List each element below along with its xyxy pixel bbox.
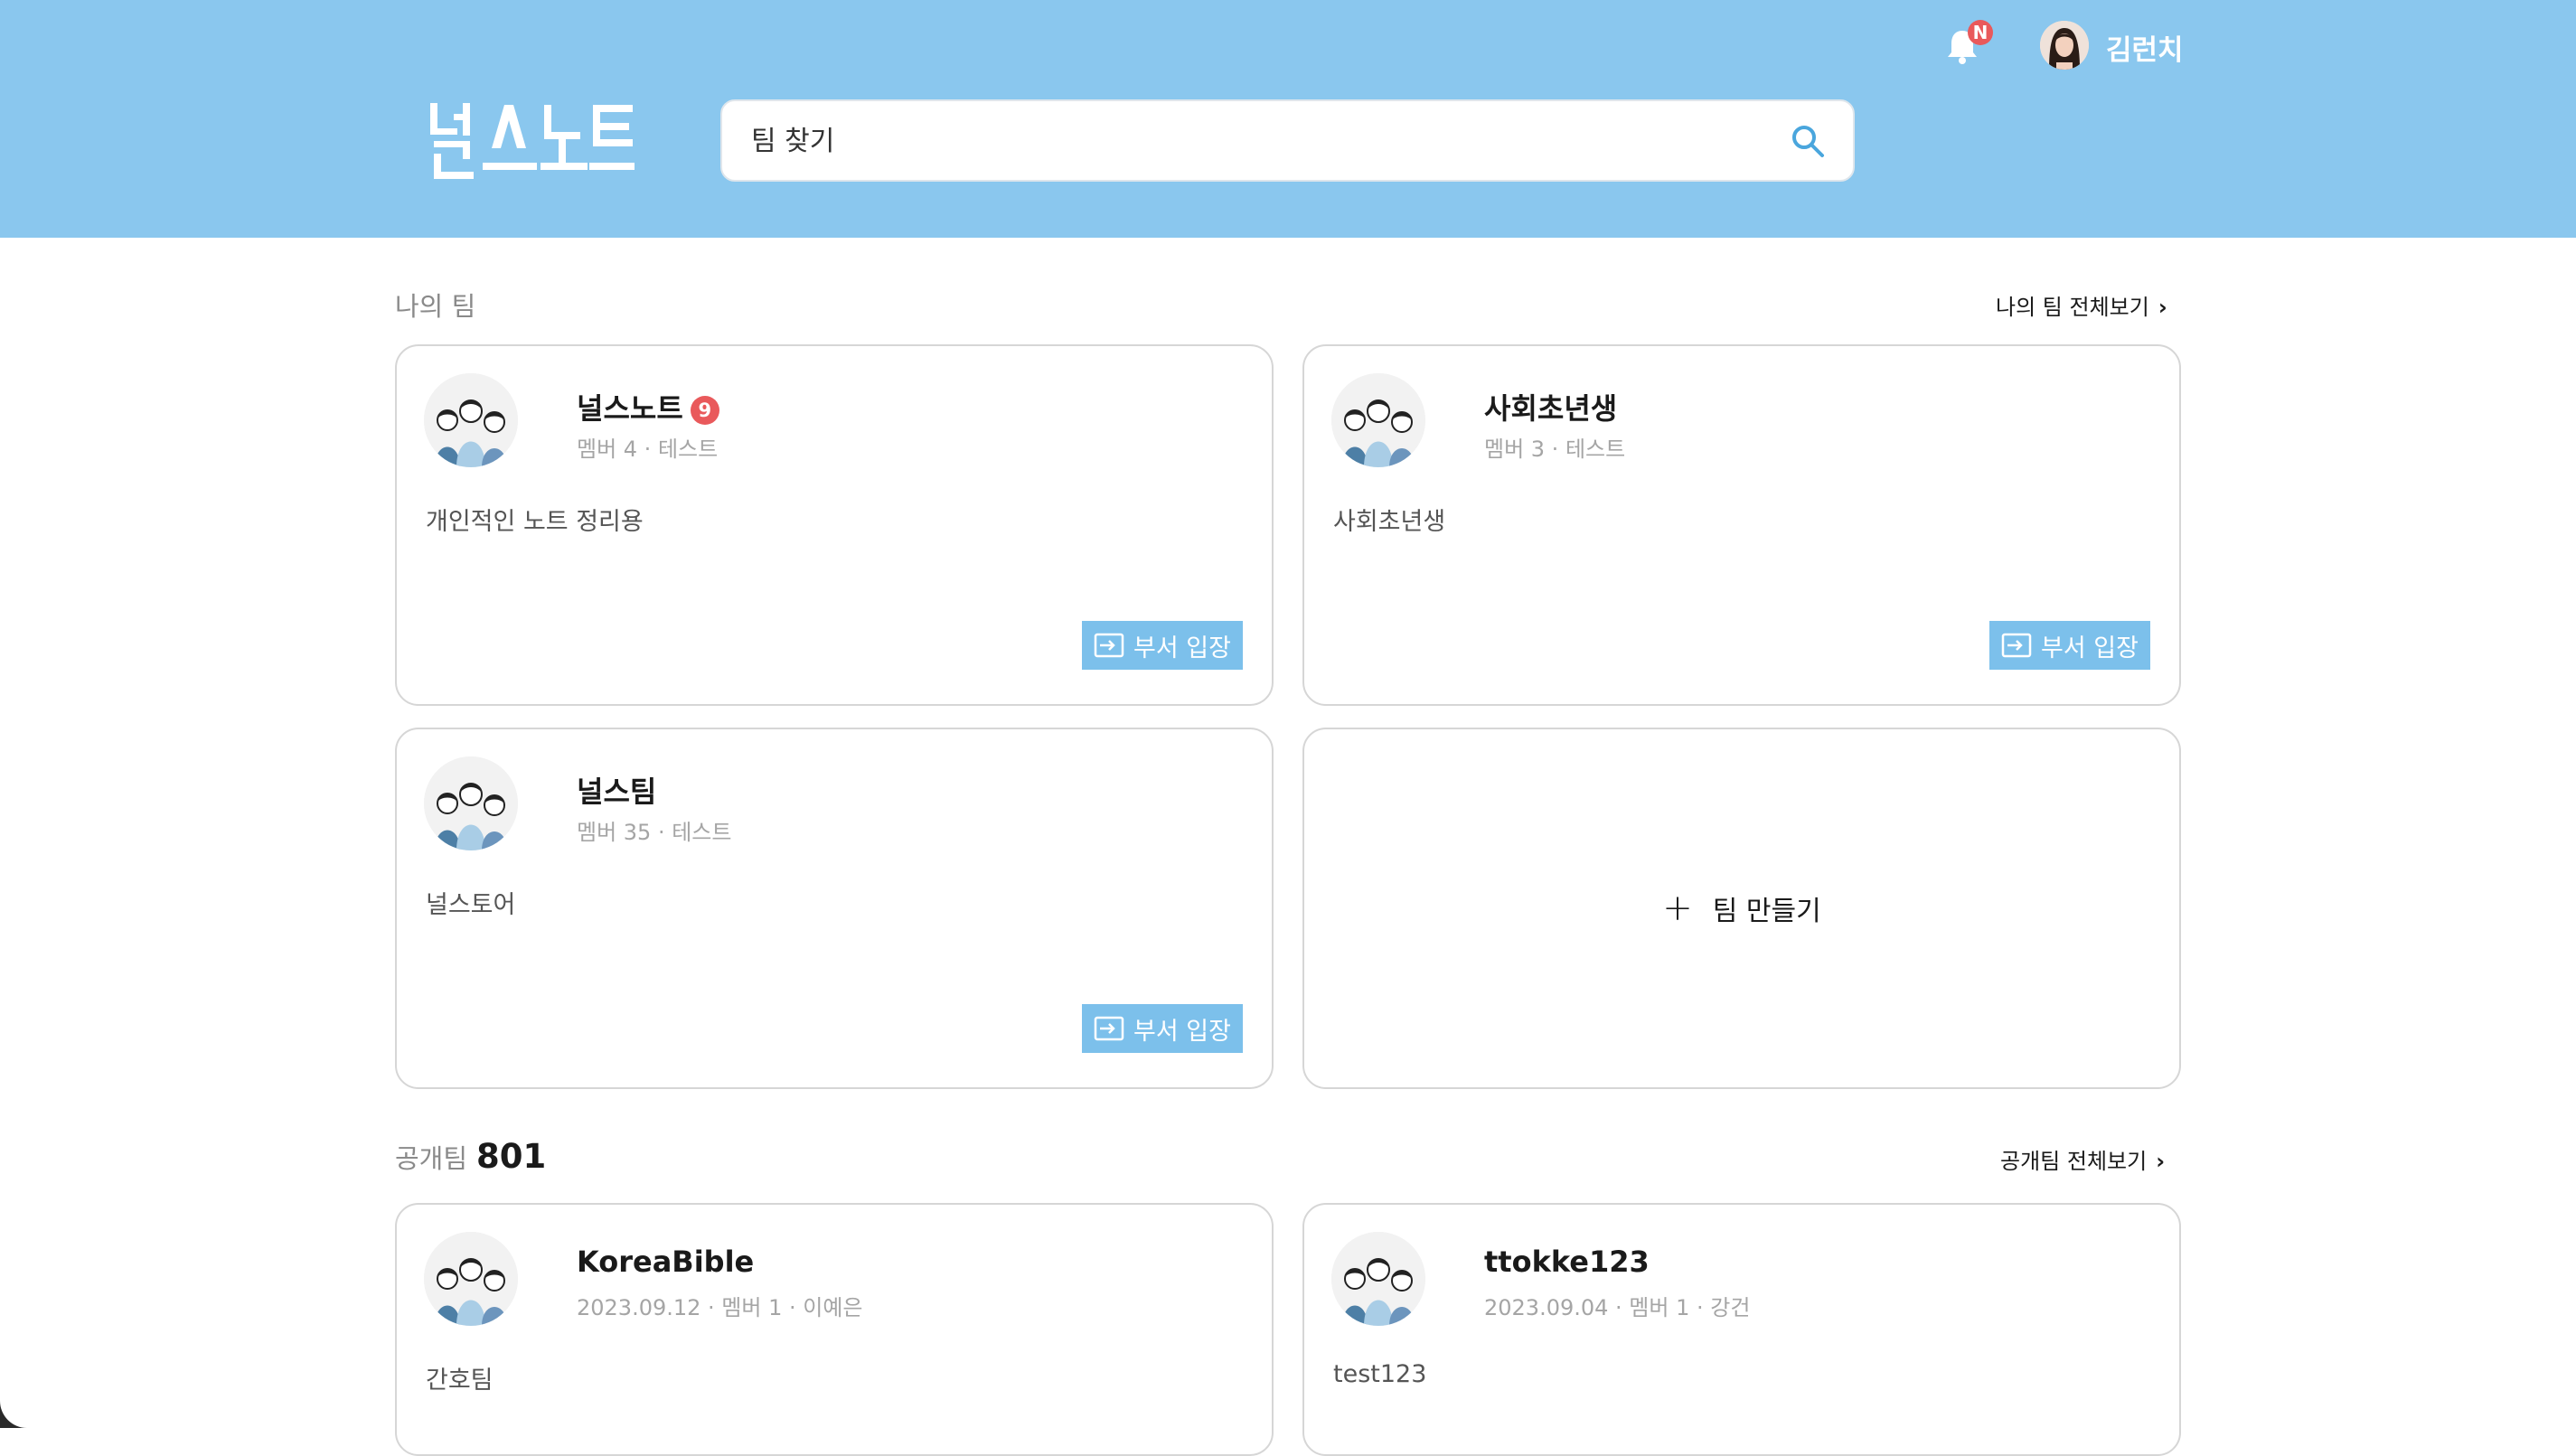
public-team-card[interactable]: KoreaBible 2023.09.12 · 멤버 1 · 이예은 간호팀 bbox=[395, 1203, 1274, 1456]
create-team-button[interactable]: + 팀 만들기 bbox=[1662, 888, 1820, 929]
public-teams-count: 801 bbox=[476, 1137, 547, 1176]
team-name-text: 사회초년생 bbox=[1484, 391, 1618, 426]
enter-department-button[interactable]: 부서 입장 bbox=[1082, 621, 1243, 670]
team-thumbnail bbox=[1331, 373, 1425, 467]
team-name-text: 널스팀 bbox=[577, 775, 657, 809]
team-name[interactable]: 사회초년생 bbox=[1484, 386, 1617, 427]
enter-button-label: 부서 입장 bbox=[1133, 634, 1231, 662]
enter-icon bbox=[1094, 633, 1124, 658]
user-avatar[interactable] bbox=[2040, 21, 2089, 70]
team-meta: 2023.09.12 · 멤버 1 · 이예은 bbox=[577, 1295, 863, 1320]
team-card[interactable]: 사회초년생 멤버 3 · 테스트 사회초년생 부서 입장 bbox=[1302, 344, 2181, 706]
team-meta: 멤버 3 · 테스트 bbox=[1484, 437, 1626, 462]
public-team-card[interactable]: ttokke123 2023.09.04 · 멤버 1 · 강건 test123 bbox=[1302, 1203, 2181, 1456]
enter-department-button[interactable]: 부서 입장 bbox=[1082, 1004, 1243, 1053]
team-description: 사회초년생 bbox=[1333, 508, 1446, 536]
enter-icon bbox=[2001, 633, 2032, 658]
see-all-label: 나의 팀 전체보기 bbox=[1996, 295, 2149, 320]
my-teams-title: 나의 팀 bbox=[395, 291, 476, 322]
top-header: N 김런치 bbox=[0, 0, 2576, 238]
unread-count-badge: 9 bbox=[690, 396, 719, 425]
user-name[interactable]: 김런치 bbox=[2106, 27, 2184, 68]
search-icon[interactable] bbox=[1790, 123, 1826, 159]
chevron-right-icon: › bbox=[2158, 295, 2167, 320]
plus-icon: + bbox=[1662, 888, 1693, 929]
team-meta: 멤버 4 · 테스트 bbox=[577, 437, 719, 462]
team-description: 개인적인 노트 정리용 bbox=[426, 508, 644, 536]
team-description: 간호팀 bbox=[426, 1367, 494, 1395]
enter-button-label: 부서 입장 bbox=[1133, 1017, 1231, 1046]
team-search-box[interactable] bbox=[720, 99, 1855, 182]
public-teams-see-all-link[interactable]: 공개팀 전체보기 › bbox=[2000, 1143, 2165, 1175]
team-thumbnail bbox=[1331, 1232, 1425, 1326]
create-team-label: 팀 만들기 bbox=[1712, 896, 1821, 927]
public-teams-title-text: 공개팀 bbox=[395, 1143, 468, 1174]
enter-icon bbox=[1094, 1016, 1124, 1041]
notification-badge: N bbox=[1968, 20, 1993, 45]
my-teams-see-all-link[interactable]: 나의 팀 전체보기 › bbox=[1996, 289, 2167, 321]
enter-department-button[interactable]: 부서 입장 bbox=[1989, 621, 2150, 670]
enter-button-label: 부서 입장 bbox=[2041, 634, 2139, 662]
team-name[interactable]: KoreaBible bbox=[577, 1245, 754, 1279]
team-thumbnail bbox=[424, 1232, 518, 1326]
team-card[interactable]: 널스노트 9 멤버 4 · 테스트 개인적인 노트 정리용 부서 입장 bbox=[395, 344, 1274, 706]
team-name[interactable]: 널스노트 9 bbox=[577, 386, 719, 427]
team-description: 널스토어 bbox=[426, 891, 516, 919]
public-teams-title: 공개팀 801 bbox=[395, 1137, 546, 1176]
team-meta: 2023.09.04 · 멤버 1 · 강건 bbox=[1484, 1295, 1751, 1320]
team-name-text: 널스노트 bbox=[577, 391, 683, 426]
team-thumbnail bbox=[424, 756, 518, 850]
team-search-input[interactable] bbox=[749, 101, 1765, 182]
chevron-right-icon: › bbox=[2156, 1149, 2166, 1174]
create-team-card[interactable]: + 팀 만들기 bbox=[1302, 728, 2181, 1089]
team-meta: 멤버 35 · 테스트 bbox=[577, 820, 732, 845]
see-all-label: 공개팀 전체보기 bbox=[2000, 1149, 2148, 1174]
team-name[interactable]: 널스팀 bbox=[577, 769, 656, 811]
team-card[interactable]: 널스팀 멤버 35 · 테스트 널스토어 부서 입장 bbox=[395, 728, 1274, 1089]
team-name[interactable]: ttokke123 bbox=[1484, 1245, 1650, 1279]
nurse-note-logo[interactable] bbox=[430, 103, 635, 179]
team-thumbnail bbox=[424, 373, 518, 467]
team-description: test123 bbox=[1333, 1360, 1427, 1388]
